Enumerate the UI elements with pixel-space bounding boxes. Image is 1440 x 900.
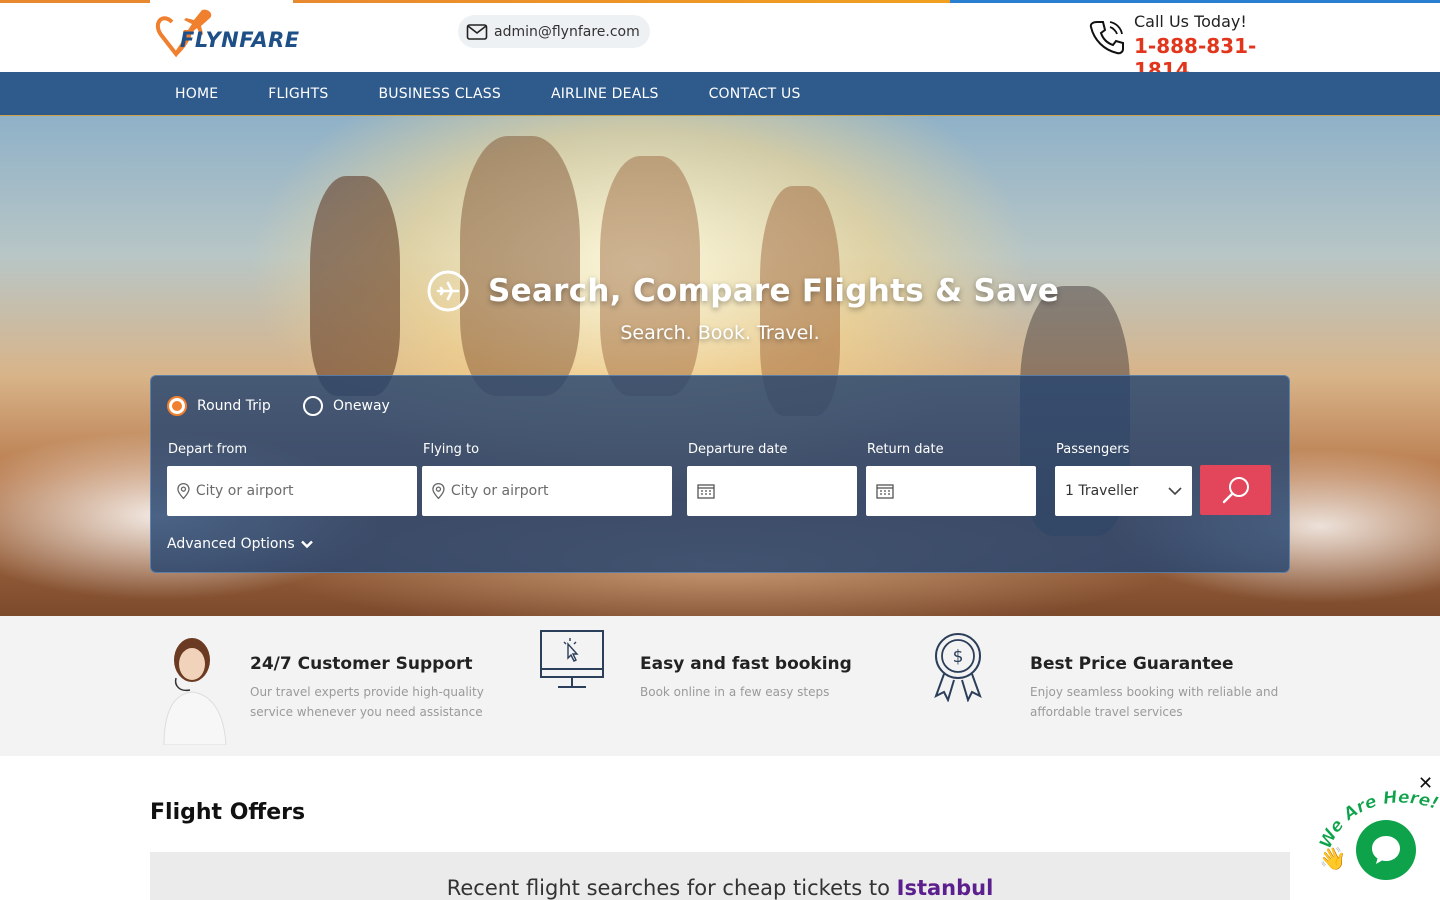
advanced-options-label: Advanced Options: [167, 536, 295, 552]
feature-support: 24/7 Customer Support Our travel experts…: [150, 630, 510, 746]
email-link[interactable]: admin@flynfare.com: [458, 15, 650, 48]
departure-date-label: Departure date: [688, 442, 788, 457]
nav-item-airline-deals[interactable]: AIRLINE DEALS: [526, 72, 684, 116]
feature-description: Book online in a few easy steps: [640, 685, 830, 699]
chevron-down-icon: [300, 540, 313, 548]
feature-easy-booking: Easy and fast booking Book online in a f…: [540, 630, 900, 745]
feature-best-price: $ Best Price Guarantee Enjoy seamless bo…: [930, 630, 1290, 745]
price-badge-icon: $: [934, 633, 982, 703]
depart-from-input[interactable]: [195, 483, 417, 499]
recent-searches-box: Recent flight searches for cheap tickets…: [150, 852, 1290, 900]
nav-item-flights[interactable]: FLIGHTS: [243, 72, 353, 116]
hero-banner: Search, Compare Flights & Save Search. B…: [0, 116, 1440, 616]
flight-offers-heading: Flight Offers: [150, 800, 306, 825]
chevron-down-icon: [1168, 486, 1182, 495]
search-button[interactable]: [1200, 465, 1271, 515]
waving-hand-icon: 👋: [1319, 846, 1346, 870]
passengers-value: 1 Traveller: [1065, 483, 1139, 499]
flying-to-input[interactable]: [450, 483, 672, 499]
recent-searches-prefix: Recent flight searches for cheap tickets…: [446, 876, 897, 900]
trip-type-round-trip[interactable]: Round Trip: [167, 396, 271, 416]
hero-heading: Search, Compare Flights & Save: [426, 266, 1059, 316]
flynfare-logo[interactable]: FLYNFARE: [154, 6, 299, 64]
flying-to-label: Flying to: [423, 442, 480, 457]
flight-search-form: Round Trip Oneway Depart from Flying to …: [150, 375, 1290, 573]
monitor-click-icon: [540, 630, 604, 688]
feature-description: Enjoy seamless booking with reliable and…: [1030, 685, 1279, 719]
round-trip-label: Round Trip: [197, 398, 271, 414]
search-icon: [1222, 477, 1249, 504]
phone-icon: [1089, 21, 1124, 55]
recent-searches-city[interactable]: Istanbul: [897, 876, 994, 900]
nav-item-home[interactable]: HOME: [150, 72, 243, 116]
radio-selected-icon: [167, 396, 187, 416]
hero-title: Search, Compare Flights & Save: [488, 273, 1060, 309]
trip-type-oneway[interactable]: Oneway: [303, 396, 390, 416]
advanced-options-toggle[interactable]: Advanced Options: [167, 536, 313, 552]
feature-title: 24/7 Customer Support: [250, 654, 473, 674]
call-us-title: Call Us Today!: [1134, 12, 1247, 31]
logo-text: FLYNFARE: [180, 28, 300, 52]
call-us-box[interactable]: Call Us Today! 1-888-831-1814: [1088, 10, 1298, 82]
feature-title: Easy and fast booking: [640, 654, 852, 674]
support-agent-icon: [163, 638, 227, 746]
passengers-label: Passengers: [1056, 442, 1130, 457]
envelope-icon: [466, 23, 488, 40]
nav-item-contact-us[interactable]: CONTACT US: [684, 72, 826, 116]
svg-text:$: $: [953, 647, 964, 667]
live-chat-button[interactable]: [1356, 820, 1416, 880]
recent-searches-heading: Recent flight searches for cheap tickets…: [150, 876, 1290, 900]
depart-from-label: Depart from: [168, 442, 248, 457]
feature-title: Best Price Guarantee: [1030, 654, 1234, 674]
hero-subtitle: Search. Book. Travel.: [620, 322, 820, 344]
return-date-input[interactable]: [866, 466, 1036, 516]
location-pin-icon: [432, 482, 445, 500]
location-pin-icon: [177, 482, 190, 500]
email-address: admin@flynfare.com: [494, 23, 640, 40]
depart-from-field: [167, 466, 417, 516]
oneway-label: Oneway: [333, 398, 390, 414]
chat-bubble-icon: [1372, 836, 1400, 864]
flying-to-field: [422, 466, 672, 516]
return-date-label: Return date: [867, 442, 944, 457]
airplane-circle-icon: [427, 270, 469, 312]
feature-description: Our travel experts provide high-quality …: [250, 685, 484, 719]
main-nav: HOME FLIGHTS BUSINESS CLASS AIRLINE DEAL…: [0, 72, 1440, 116]
departure-date-input[interactable]: [687, 466, 857, 516]
passengers-select[interactable]: 1 Traveller: [1055, 466, 1192, 516]
nav-item-business-class[interactable]: BUSINESS CLASS: [353, 72, 525, 116]
features-strip: 24/7 Customer Support Our travel experts…: [0, 616, 1440, 756]
calendar-icon: [697, 484, 715, 499]
radio-empty-icon: [303, 396, 323, 416]
site-header: FLYNFARE admin@flynfare.com Call Us Toda…: [0, 0, 1440, 82]
calendar-icon: [876, 484, 894, 499]
